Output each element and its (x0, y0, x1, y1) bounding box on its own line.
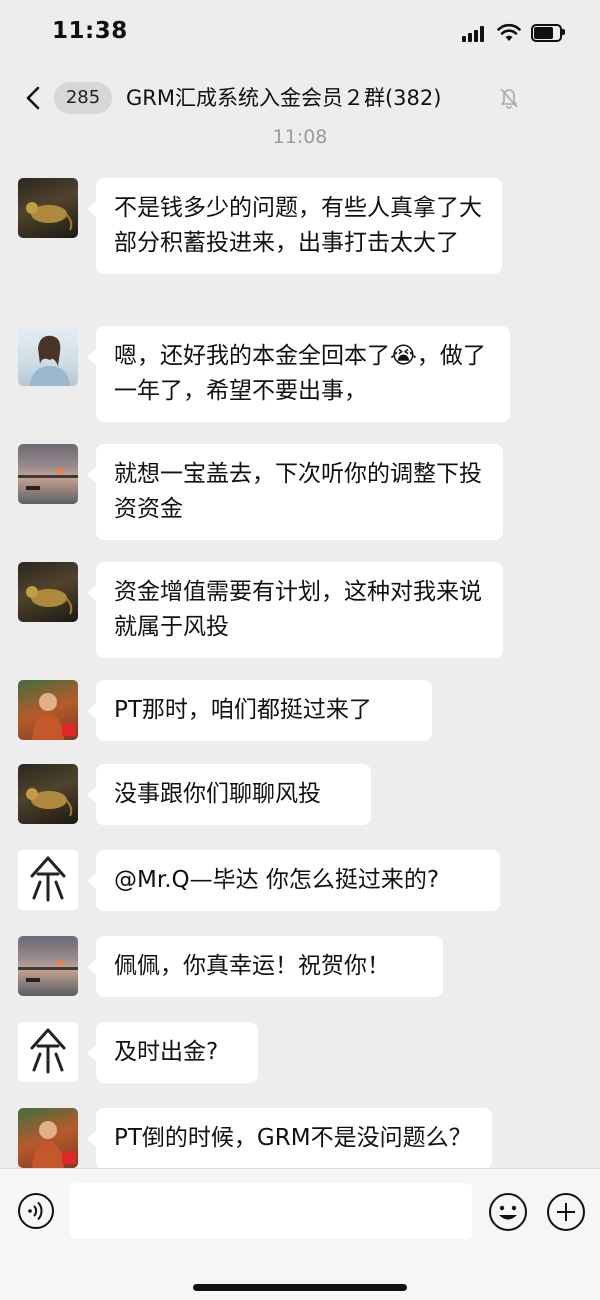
sunset-avatar[interactable] (18, 444, 78, 504)
message-bubble[interactable]: 资金增值需要有计划，这种对我来说就属于风投 (87, 562, 503, 658)
cellular-signal-icon (462, 26, 490, 42)
message-bubble[interactable]: 嗯，还好我的本金全回本了😭，做了一年了，希望不要出事， (87, 326, 510, 422)
back-button[interactable]: 285 (18, 76, 114, 118)
glyph-avatar[interactable] (18, 1022, 78, 1082)
wifi-icon (497, 23, 521, 41)
message-bubble[interactable]: 佩佩，你真幸运！祝贺你！ (87, 936, 443, 997)
message-bubble[interactable]: PT那时，咱们都挺过来了 (87, 680, 432, 741)
message-bubble[interactable]: PT倒的时候，GRM不是没问题么？ (87, 1108, 492, 1168)
input-bar (0, 1168, 600, 1300)
plus-icon[interactable] (546, 1192, 586, 1232)
bronze-rat-avatar[interactable] (18, 562, 78, 622)
emoji-icon[interactable] (488, 1192, 528, 1232)
message-input[interactable] (70, 1183, 472, 1239)
glyph-avatar[interactable] (18, 850, 78, 910)
chat-message-list[interactable]: 11:08 不是钱多少的问题，有些人真拿了大部分积蓄投进来，出事打击太大了 嗯，… (0, 126, 600, 1168)
battery-icon (531, 24, 565, 42)
message-bubble[interactable]: 就想一宝盖去，下次听你的调整下投资资金 (87, 444, 503, 540)
bronze-rat-avatar[interactable] (18, 178, 78, 238)
woman-avatar[interactable] (18, 326, 78, 386)
chat-title[interactable]: GRM汇成系统入金会员２群(382) (126, 82, 441, 112)
unread-count-badge: 285 (54, 82, 112, 114)
monk-avatar[interactable] (18, 680, 78, 740)
muted-bell-icon (500, 88, 518, 109)
bronze-rat-avatar[interactable] (18, 764, 78, 824)
message-bubble[interactable]: @Mr.Q—毕达 你怎么挺过来的? (87, 850, 500, 911)
chevron-left-icon (26, 86, 40, 110)
nav-bar: 285 GRM汇成系统入金会员２群(382) (0, 68, 600, 126)
sunset-avatar[interactable] (18, 936, 78, 996)
message-bubble[interactable]: 不是钱多少的问题，有些人真拿了大部分积蓄投进来，出事打击太大了 (87, 178, 502, 274)
message-bubble[interactable]: 没事跟你们聊聊风投 (87, 764, 371, 825)
voice-input-icon[interactable] (17, 1192, 55, 1230)
status-bar: 11:38 (0, 0, 600, 68)
message-timestamp: 11:08 (272, 126, 328, 148)
home-indicator[interactable] (193, 1284, 407, 1291)
monk-avatar[interactable] (18, 1108, 78, 1168)
status-time: 11:38 (52, 18, 128, 44)
message-bubble[interactable]: 及时出金? (87, 1022, 258, 1083)
